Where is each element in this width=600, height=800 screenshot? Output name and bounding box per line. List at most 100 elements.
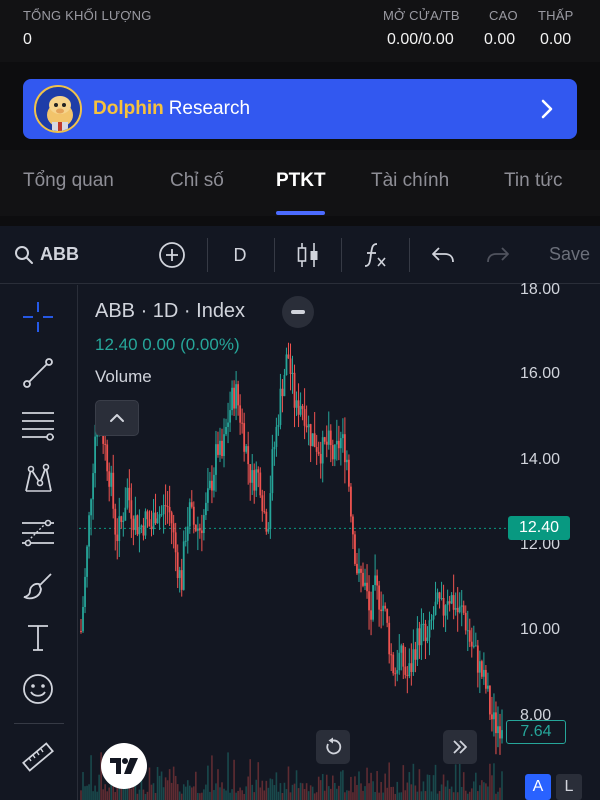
candle-body <box>398 652 401 671</box>
interval-button[interactable]: D <box>226 240 254 270</box>
projection-icon[interactable] <box>20 513 56 549</box>
candle-body <box>253 470 256 491</box>
candle-body <box>259 472 262 496</box>
toggle-indicators-button[interactable] <box>95 400 139 436</box>
chart-type-button[interactable] <box>294 240 322 270</box>
scroll-to-latest-button[interactable] <box>443 730 477 764</box>
high-value: 0.00 <box>484 31 516 48</box>
candle-body <box>317 451 320 454</box>
candle-body <box>329 430 332 446</box>
volume-bar <box>235 792 237 800</box>
volume-bar <box>424 791 427 800</box>
candle-body <box>225 426 227 435</box>
candle-body <box>362 572 364 586</box>
candle-body <box>186 526 189 541</box>
candle-body <box>104 443 107 445</box>
volume-bar <box>384 773 386 800</box>
volume-bar <box>362 790 364 800</box>
save-button[interactable]: Save <box>549 244 590 265</box>
auto-scale-button[interactable]: A <box>525 774 551 800</box>
price-chart[interactable] <box>79 285 506 800</box>
volume-bar <box>408 772 411 800</box>
candle-body <box>440 597 443 599</box>
redo-button[interactable] <box>483 240 513 270</box>
legend-title: ABB · 1D · Index <box>95 300 246 322</box>
volume-bar <box>432 775 435 800</box>
tab-news[interactable]: Tin tức <box>504 170 562 192</box>
volume-bar <box>323 790 326 800</box>
symbol-search[interactable]: ABB <box>40 244 79 265</box>
candle-body <box>339 438 342 449</box>
candle-body <box>486 685 489 689</box>
volume-bar <box>229 792 231 800</box>
candle-body <box>466 630 469 632</box>
volume-bar <box>483 782 485 800</box>
volume-bar <box>271 779 274 800</box>
candle-body <box>446 601 449 606</box>
volume-bar <box>340 771 342 800</box>
volume-bar <box>434 764 437 800</box>
fib-lines-icon[interactable] <box>20 407 56 443</box>
volume-bar <box>305 783 308 800</box>
volume-bar <box>259 787 262 800</box>
redo-icon <box>487 247 509 263</box>
tab-technical[interactable]: PTKT <box>276 170 326 192</box>
candle-body <box>358 568 360 574</box>
volume-bar <box>331 775 334 800</box>
trend-line-icon[interactable] <box>20 355 56 391</box>
volume-bar <box>80 790 82 800</box>
candle-body <box>480 661 483 677</box>
candle-body <box>271 449 274 494</box>
candle-body <box>482 669 485 677</box>
brush-icon[interactable] <box>20 567 56 603</box>
emoji-icon[interactable] <box>20 671 56 707</box>
candle-body <box>180 570 183 590</box>
candle-body <box>293 372 296 408</box>
candle-body <box>138 527 141 535</box>
candle-body <box>374 575 376 586</box>
volume-bar <box>156 766 159 800</box>
pattern-icon[interactable] <box>20 461 56 497</box>
volume-bar <box>372 781 374 800</box>
volume-bar <box>307 791 310 800</box>
volume-bar <box>277 791 280 800</box>
toolbar-divider <box>207 238 208 272</box>
undo-button[interactable] <box>428 240 458 270</box>
add-indicator-button[interactable] <box>156 240 188 270</box>
search-icon[interactable] <box>14 245 34 265</box>
candle-body <box>384 605 387 609</box>
volume-bar <box>213 790 215 800</box>
tab-overview[interactable]: Tổng quan <box>23 170 114 192</box>
collapse-legend-button[interactable] <box>282 296 314 328</box>
candle-body <box>454 607 457 610</box>
volume-bar <box>201 792 203 800</box>
candle-body <box>303 409 306 426</box>
candle-body <box>251 470 254 483</box>
volume-bar <box>269 778 272 800</box>
ruler-icon[interactable] <box>20 739 56 775</box>
candle-body <box>416 628 419 660</box>
tab-financials[interactable]: Tài chính <box>371 170 449 192</box>
volume-bar <box>146 791 149 800</box>
candle-body <box>297 400 300 415</box>
candle-body <box>162 505 165 515</box>
tradingview-logo-icon[interactable] <box>101 743 147 789</box>
candle-body <box>394 673 397 675</box>
function-icon <box>364 243 386 267</box>
reset-chart-button[interactable] <box>316 730 350 764</box>
candle-body <box>235 384 238 409</box>
volume-bar <box>247 776 249 800</box>
volume-bar <box>245 786 247 800</box>
candle-body <box>221 440 223 457</box>
candle-body <box>247 446 250 465</box>
candle-body <box>370 610 372 620</box>
tab-indices[interactable]: Chỉ số <box>170 170 224 192</box>
indicators-button[interactable] <box>360 240 390 270</box>
crosshair-icon[interactable] <box>20 299 56 335</box>
dolphin-research-banner[interactable]: Dolphin Research <box>23 79 577 139</box>
log-scale-button[interactable]: L <box>556 774 582 800</box>
candle-body <box>366 582 368 592</box>
candle-body <box>241 422 244 424</box>
candle-body <box>126 487 129 508</box>
text-icon[interactable] <box>20 619 56 655</box>
